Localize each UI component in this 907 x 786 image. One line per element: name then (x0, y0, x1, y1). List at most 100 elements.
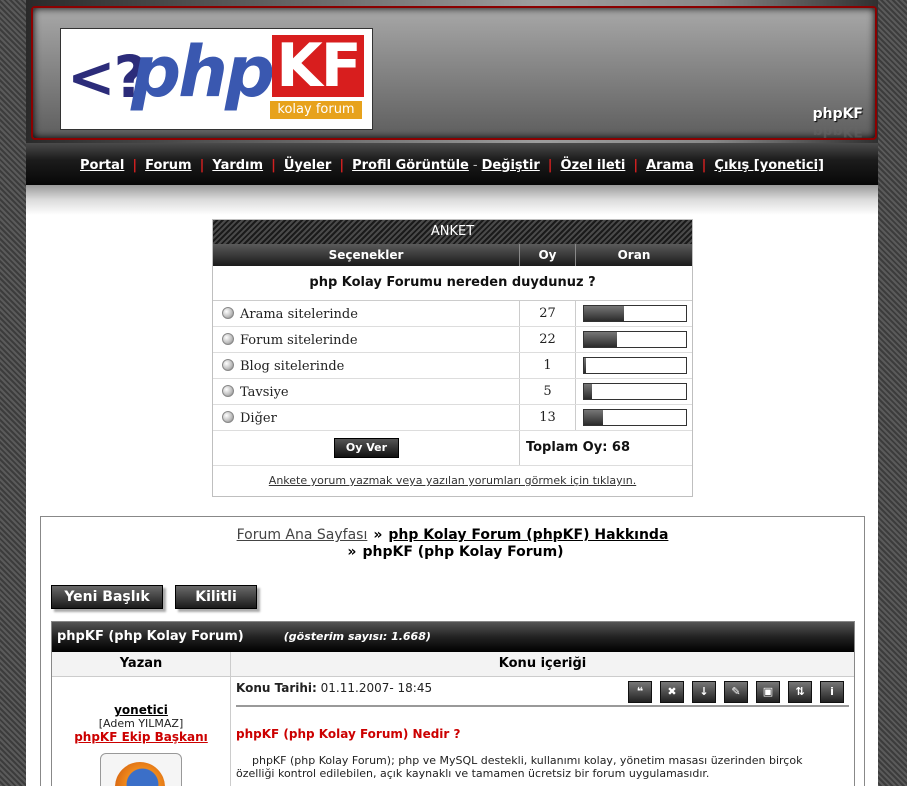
topic-area: Forum Ana Sayfası» php Kolay Forum (phpKF… (40, 516, 865, 786)
breadcrumb-category[interactable]: php Kolay Forum (phpKF) Hakkında (388, 527, 668, 543)
nav-profile-view[interactable]: Profil Görüntüle (352, 158, 469, 173)
poll-ratio-bar (583, 383, 687, 400)
topic-title: phpKF (php Kolay Forum) (57, 629, 244, 644)
split-icon[interactable]: ⇅ (788, 681, 812, 703)
avatar (100, 753, 182, 786)
breadcrumb: Forum Ana Sayfası» php Kolay Forum (phpKF… (41, 527, 864, 561)
poll-option-row: Tavsiye 5 (213, 379, 692, 405)
new-topic-button[interactable]: Yeni Başlık (51, 585, 163, 609)
post-title: phpKF (php Kolay Forum) Nedir ? (236, 727, 461, 741)
author-realname: [Adem YILMAZ] (98, 717, 184, 730)
poll-ratio-fill (584, 384, 592, 399)
poll-col-votes: Oy (520, 244, 576, 266)
breadcrumb-current: phpKF (php Kolay Forum) (362, 544, 564, 560)
post-content: Konu Tarihi: 01.11.2007- 18:45 ❝ ✖ ↓ ✎ ▣… (231, 677, 854, 786)
topic-header: phpKF (php Kolay Forum) (gösterim sayısı:… (52, 622, 854, 652)
nav-separator: | (547, 158, 553, 173)
poll-box: ANKET Seçenekler Oy Oran php Kolay Forum… (212, 219, 693, 497)
move-icon[interactable]: ↓ (692, 681, 716, 703)
poll-title: ANKET (213, 220, 692, 244)
post-divider (236, 705, 849, 707)
post-date-label: Konu Tarihi: (236, 681, 317, 695)
radio-button[interactable] (222, 307, 234, 319)
nav-separator: | (701, 158, 707, 173)
lock-icon[interactable]: ▣ (756, 681, 780, 703)
nav-separator: | (339, 158, 345, 173)
post-author: yonetici [Adem YILMAZ] phpKF Ekip Başkan… (52, 677, 231, 786)
vote-button[interactable]: Oy Ver (334, 438, 399, 458)
poll-ratio-bar (583, 331, 687, 348)
logo-kf: KF (272, 35, 364, 97)
breadcrumb-arrow: » (347, 544, 357, 560)
logo-php: php (131, 31, 275, 113)
topic-columns: Yazan Konu içeriği (52, 652, 854, 677)
poll-option-votes: 13 (520, 405, 576, 430)
poll-option-row: Forum sitelerinde 22 (213, 327, 692, 353)
poll-col-options: Seçenekler (213, 244, 520, 266)
nav-profile-edit[interactable]: Değiştir (482, 158, 540, 173)
phpkf-logo[interactable]: <? php KF kolay forum (60, 28, 373, 130)
poll-col-ratio: Oran (617, 248, 651, 262)
poll-ratio-bar (583, 357, 687, 374)
post-date-value: 01.11.2007- 18:45 (320, 681, 433, 695)
author-role[interactable]: phpKF Ekip Başkanı (52, 730, 230, 744)
poll-question: php Kolay Forumu nereden duydunuz ? (213, 266, 692, 301)
poll-option-label: Tavsiye (240, 385, 289, 400)
main-nav: Portal | Forum | Yardım | Üyeler | Profil Görünt… (26, 143, 878, 185)
poll-option-votes: 27 (520, 301, 576, 326)
page-container: <? php KF kolay forum phpKF phpKF Portal… (26, 0, 878, 786)
logo-tagline: kolay forum (270, 101, 362, 119)
firefox-avatar-icon (115, 762, 165, 786)
poll-ratio-fill (584, 306, 625, 321)
nav-search[interactable]: Arama (646, 158, 694, 173)
nav-forum[interactable]: Forum (145, 158, 192, 173)
poll-footer: Oy Ver Toplam Oy: 68 (213, 431, 692, 466)
edit-icon[interactable]: ✎ (724, 681, 748, 703)
header-banner: <? php KF kolay forum phpKF phpKF (31, 6, 877, 140)
nav-logout[interactable]: Çıkış [yonetici] (714, 158, 824, 173)
locked-button[interactable]: Kilitli (175, 585, 257, 609)
nav-separator: | (132, 158, 138, 173)
poll-option-votes: 5 (520, 379, 576, 404)
nav-help[interactable]: Yardım (212, 158, 263, 173)
nav-private-messages[interactable]: Özel ileti (561, 158, 626, 173)
nav-members[interactable]: Üyeler (284, 158, 332, 173)
poll-columns: Seçenekler Oy Oran (213, 244, 692, 266)
poll-option-label: Forum sitelerinde (240, 333, 358, 348)
topic-table: phpKF (php Kolay Forum) (gösterim sayısı:… (51, 621, 855, 786)
poll-option-row: Diğer 13 (213, 405, 692, 431)
poll-ratio-fill (584, 410, 604, 425)
poll-ratio-bar (583, 409, 687, 426)
poll-comment-link[interactable]: Ankete yorum yazmak veya yazılan yorumla… (213, 466, 692, 496)
col-content: Konu içeriği (498, 656, 587, 671)
post-actions: ❝ ✖ ↓ ✎ ▣ ⇅ i (628, 681, 844, 703)
site-header: <? php KF kolay forum phpKF phpKF (26, 0, 878, 143)
col-author: Yazan (52, 652, 231, 676)
radio-button[interactable] (222, 411, 234, 423)
nav-shadow (26, 185, 878, 215)
poll-option-votes: 22 (520, 327, 576, 352)
nav-portal[interactable]: Portal (80, 158, 124, 173)
poll-ratio-fill (584, 332, 618, 347)
brand-reflection: phpKF (812, 123, 863, 139)
poll-option-row: Blog sitelerinde 1 (213, 353, 692, 379)
nav-separator: | (271, 158, 276, 173)
post-date: Konu Tarihi: 01.11.2007- 18:45 (236, 681, 432, 695)
radio-button[interactable] (222, 333, 234, 345)
post-row: yonetici [Adem YILMAZ] phpKF Ekip Başkan… (52, 677, 854, 786)
post-text: phpKF (php Kolay Forum); php ve MySQL de… (236, 754, 803, 780)
breadcrumb-home[interactable]: Forum Ana Sayfası (237, 527, 368, 543)
poll-total: Toplam Oy: 68 (525, 440, 631, 455)
radio-button[interactable] (222, 385, 234, 397)
poll-ratio-bar (583, 305, 687, 322)
topic-views: (gösterim sayısı: 1.668) (283, 630, 431, 643)
poll-option-votes: 1 (520, 353, 576, 378)
info-icon[interactable]: i (820, 681, 844, 703)
quote-icon[interactable]: ❝ (628, 681, 652, 703)
delete-icon[interactable]: ✖ (660, 681, 684, 703)
radio-button[interactable] (222, 359, 234, 371)
nav-separator: | (633, 158, 639, 173)
author-username[interactable]: yonetici (52, 703, 230, 717)
poll-option-row: Arama sitelerinde 27 (213, 301, 692, 327)
poll-option-label: Blog sitelerinde (240, 359, 345, 374)
